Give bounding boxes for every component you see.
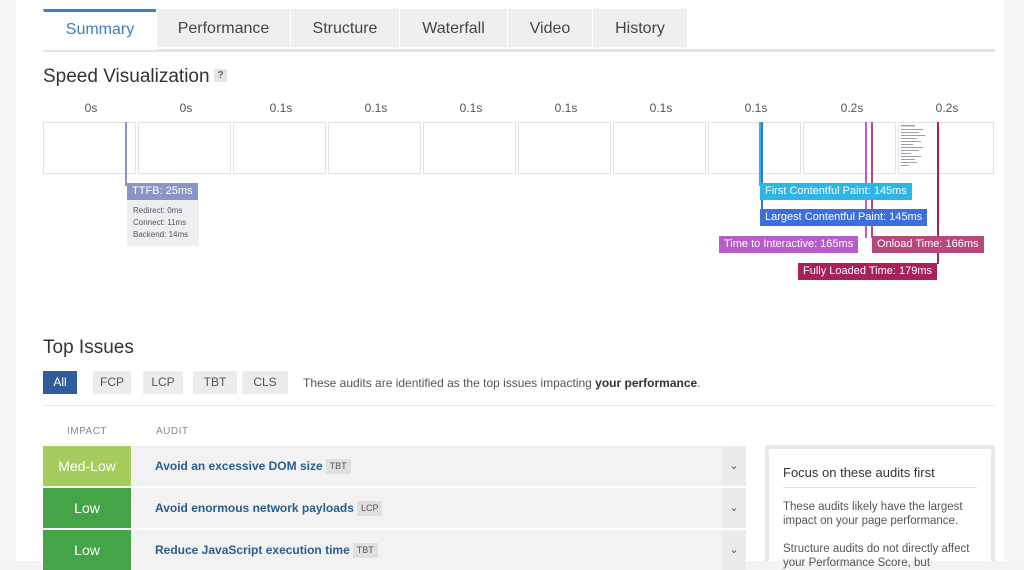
metric-tag: LCP <box>356 501 383 517</box>
filmstrip-frame[interactable] <box>328 122 421 174</box>
metric-tag: TBT <box>352 543 378 559</box>
filmstrip-frame[interactable] <box>803 122 896 174</box>
time-label: 0.2s <box>840 101 864 115</box>
tti-label[interactable]: Time to Interactive: 165ms <box>719 236 859 253</box>
filmstrip-frame[interactable] <box>43 122 136 174</box>
focus-callout: Focus on these audits first These audits… <box>765 445 995 569</box>
tab-performance[interactable]: Performance <box>156 9 290 47</box>
tab-structure[interactable]: Structure <box>290 9 399 47</box>
chevron-down-icon[interactable]: ⌄ <box>722 530 746 570</box>
onload-label[interactable]: Onload Time: 166ms <box>872 236 984 253</box>
time-label: 0s <box>84 101 98 115</box>
page-background-right <box>1004 0 1024 561</box>
focus-callout-text: These audits likely have the largest imp… <box>783 501 963 527</box>
section-divider <box>43 405 995 406</box>
column-header-impact: IMPACT <box>67 426 108 437</box>
focus-callout-body: Focus on these audits first These audits… <box>769 449 991 569</box>
time-label: 0s <box>179 101 193 115</box>
ttfb-backend: Backend: 14ms <box>133 230 189 239</box>
audit-title-text: Avoid an excessive DOM size <box>155 459 323 473</box>
metric-tag: TBT <box>325 459 351 475</box>
time-label: 0.1s <box>364 101 388 115</box>
audit-row[interactable]: Med-Low Avoid an excessive DOM size TBT ⌄ <box>43 446 746 486</box>
filter-cls[interactable]: CLS <box>242 371 288 394</box>
chevron-down-icon[interactable]: ⌄ <box>722 488 746 528</box>
page-background-left <box>0 0 16 561</box>
filmstrip-frame[interactable] <box>613 122 706 174</box>
column-header-audit: AUDIT <box>156 426 189 437</box>
report-tabs: Summary Performance Structure Waterfall … <box>43 9 995 52</box>
filmstrip-frame-final[interactable] <box>898 122 994 174</box>
fcp-label[interactable]: First Contentful Paint: 145ms <box>760 183 912 200</box>
filmstrip-frame[interactable] <box>708 122 801 174</box>
time-label: 0.1s <box>744 101 768 115</box>
filter-lcp[interactable]: LCP <box>143 371 183 394</box>
intro-text: These audits are identified as the top i… <box>303 376 596 390</box>
tab-video[interactable]: Video <box>507 9 592 47</box>
time-label: 0.2s <box>935 101 959 115</box>
speed-visualization-title: Speed Visualization <box>43 66 210 87</box>
intro-period: . <box>697 376 701 390</box>
tab-history[interactable]: History <box>592 9 687 47</box>
ttfb-redirect: Redirect: 0ms <box>133 206 183 215</box>
filter-tbt[interactable]: TBT <box>193 371 237 394</box>
audit-title-text: Reduce JavaScript execution time <box>155 543 350 557</box>
lcp-label[interactable]: Largest Contentful Paint: 145ms <box>760 209 928 226</box>
filter-fcp[interactable]: FCP <box>93 371 131 394</box>
filmstrip-frame[interactable] <box>138 122 231 174</box>
focus-callout-title: Focus on these audits first <box>783 465 935 480</box>
help-icon[interactable]: ? <box>214 69 227 82</box>
audit-row[interactable]: Low Reduce JavaScript execution time TBT … <box>43 530 746 570</box>
filmstrip-frame[interactable] <box>518 122 611 174</box>
ttfb-marker-line <box>125 122 127 186</box>
audit-title[interactable]: Reduce JavaScript execution time TBT <box>155 530 378 570</box>
time-label: 0.1s <box>649 101 673 115</box>
intro-emphasis: your performance <box>595 376 698 390</box>
report-card: Summary Performance Structure Waterfall … <box>16 0 1004 570</box>
audit-title[interactable]: Avoid enormous network payloads LCP <box>155 488 383 528</box>
chevron-down-icon[interactable]: ⌄ <box>722 446 746 486</box>
filmstrip-frame[interactable] <box>233 122 326 174</box>
ttfb-connect: Connect: 11ms <box>133 218 187 227</box>
time-label: 0.1s <box>459 101 483 115</box>
ttfb-label[interactable]: TTFB: 25ms <box>127 183 198 200</box>
tab-summary[interactable]: Summary <box>43 9 156 50</box>
tab-waterfall[interactable]: Waterfall <box>399 9 507 47</box>
top-issues-intro: These audits are identified as the top i… <box>303 376 701 390</box>
impact-badge: Low <box>43 530 131 570</box>
time-label: 0.1s <box>554 101 578 115</box>
audit-row[interactable]: Low Avoid enormous network payloads LCP ⌄ <box>43 488 746 528</box>
ttfb-breakdown: Redirect: 0ms Connect: 11ms Backend: 14m… <box>127 200 199 246</box>
page-thumbnail <box>901 125 925 166</box>
impact-badge: Med-Low <box>43 446 131 486</box>
audit-title-text: Avoid enormous network payloads <box>155 501 354 515</box>
filmstrip-frame[interactable] <box>423 122 516 174</box>
focus-callout-divider <box>783 487 977 488</box>
audit-title[interactable]: Avoid an excessive DOM size TBT <box>155 446 351 486</box>
fully-loaded-label[interactable]: Fully Loaded Time: 179ms <box>798 263 938 280</box>
top-issues-title: Top Issues <box>43 337 134 358</box>
focus-callout-note: Structure audits do not directly affect … <box>783 543 970 569</box>
time-label: 0.1s <box>269 101 293 115</box>
filter-all[interactable]: All <box>43 371 77 394</box>
impact-badge: Low <box>43 488 131 528</box>
